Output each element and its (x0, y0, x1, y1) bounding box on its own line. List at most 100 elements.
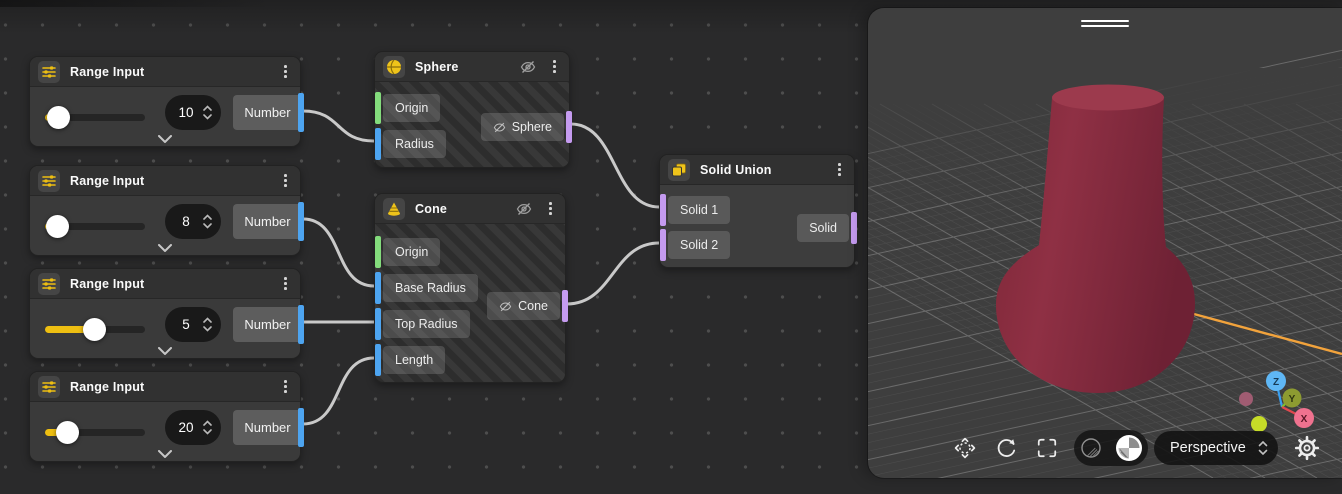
node-title: Range Input (70, 65, 271, 79)
gizmo-y-ball[interactable]: Y (1283, 389, 1302, 408)
node-title: Range Input (70, 380, 271, 394)
stepper-up-icon (203, 317, 212, 323)
wire-range2-to-cone-base-radius (303, 219, 374, 286)
reset-view-button[interactable] (989, 431, 1023, 465)
stepper-down-icon (203, 429, 212, 435)
3d-viewport-panel[interactable]: Z Y X (868, 8, 1342, 478)
rotate-icon (994, 436, 1018, 460)
node-menu-button[interactable] (281, 273, 290, 294)
collapse-chevron-icon[interactable] (157, 450, 173, 458)
input-port-origin[interactable]: Origin (375, 236, 442, 268)
output-port-solid[interactable]: Solid (795, 212, 857, 244)
range-slider[interactable] (45, 104, 145, 130)
range-slider[interactable] (45, 213, 145, 239)
node-menu-button[interactable] (550, 56, 559, 77)
gizmo-x-ball[interactable]: X (1294, 408, 1314, 428)
node-menu-button[interactable] (835, 159, 844, 180)
value-stepper[interactable] (203, 214, 221, 229)
value-input[interactable]: 5 (165, 307, 221, 342)
input-port-base-radius[interactable]: Base Radius (375, 272, 480, 304)
camera-mode-select[interactable]: Perspective (1154, 431, 1278, 465)
collapse-chevron-icon[interactable] (157, 347, 173, 355)
output-port-sphere[interactable]: Sphere (479, 111, 572, 143)
viewport-settings-button[interactable] (1290, 431, 1324, 465)
range-slider[interactable] (45, 419, 145, 445)
select-chevrons-icon (1258, 439, 1268, 457)
node-menu-button[interactable] (546, 198, 555, 219)
number-port-connector[interactable] (298, 408, 304, 447)
value-input[interactable]: 8 (165, 204, 221, 239)
svg-text:Y: Y (1289, 394, 1296, 405)
visibility-off-icon[interactable] (516, 202, 532, 216)
top-radius-port-connector[interactable] (375, 308, 381, 340)
frame-brackets-icon (1036, 437, 1058, 459)
node-range-input-3[interactable]: Range Input 5 Number (29, 268, 301, 359)
value-input[interactable]: 20 (165, 410, 221, 445)
solid2-port-connector[interactable] (660, 229, 666, 261)
base-radius-port-connector[interactable] (375, 272, 381, 304)
viewport-3d-scene[interactable]: Z Y X (868, 8, 1342, 478)
node-menu-button[interactable] (281, 376, 290, 397)
collapse-chevron-icon[interactable] (157, 244, 173, 252)
stepper-down-icon (203, 223, 212, 229)
node-range-input-1[interactable]: Range Input 10 Number (29, 56, 301, 147)
sphere-port-connector[interactable] (566, 111, 572, 143)
input-port-length[interactable]: Length (375, 344, 447, 376)
value-stepper[interactable] (203, 105, 221, 120)
node-title: Range Input (70, 277, 271, 291)
wireframe-ball-icon[interactable] (1078, 435, 1104, 461)
object-top-face (1052, 85, 1164, 111)
gear-icon (1294, 435, 1320, 461)
wire-range1-to-sphere-radius (303, 111, 374, 141)
stepper-down-icon (203, 326, 212, 332)
output-number-port[interactable]: Number (233, 95, 302, 130)
output-port-cone[interactable]: Cone (485, 290, 568, 322)
range-input-icon (38, 273, 60, 295)
input-port-solid2[interactable]: Solid 2 (660, 229, 732, 261)
node-range-input-2[interactable]: Range Input 8 Number (29, 165, 301, 256)
node-range-input-4[interactable]: Range Input 20 Number (29, 371, 301, 462)
radius-port-connector[interactable] (375, 128, 381, 160)
input-port-radius[interactable]: Radius (375, 128, 448, 160)
viewport-toolbar: Perspective (868, 430, 1342, 466)
shaded-ball-icon[interactable] (1114, 433, 1144, 463)
node-menu-button[interactable] (281, 61, 290, 82)
node-cone[interactable]: Cone Origin Base Radius Top Radius Lengt… (374, 193, 566, 383)
node-sphere[interactable]: Sphere Origin Radius Sphere (374, 51, 570, 168)
gizmo-neg-x-ball[interactable] (1239, 392, 1253, 406)
solid-port-connector[interactable] (851, 212, 857, 244)
orbit-tool-button[interactable] (948, 431, 982, 465)
output-number-port[interactable]: Number (233, 204, 302, 239)
value-stepper[interactable] (203, 420, 221, 435)
shading-mode-toggle[interactable] (1074, 430, 1148, 466)
value-input[interactable]: 10 (165, 95, 221, 130)
camera-mode-value: Perspective (1170, 440, 1258, 456)
node-title: Range Input (70, 174, 271, 188)
input-port-origin[interactable]: Origin (375, 92, 442, 124)
number-port-connector[interactable] (298, 202, 304, 241)
stepper-down-icon (203, 114, 212, 120)
output-number-port[interactable]: Number (233, 410, 302, 445)
length-port-connector[interactable] (375, 344, 381, 376)
gizmo-z-ball[interactable]: Z (1266, 371, 1286, 391)
solid1-port-connector[interactable] (660, 194, 666, 226)
input-port-solid1[interactable]: Solid 1 (660, 194, 732, 226)
number-port-connector[interactable] (298, 305, 304, 344)
stepper-up-icon (203, 105, 212, 111)
visibility-off-icon[interactable] (520, 60, 536, 74)
viewport-resize-handle[interactable] (1075, 17, 1135, 30)
output-number-port[interactable]: Number (233, 307, 302, 342)
value-stepper[interactable] (203, 317, 221, 332)
origin-port-connector[interactable] (375, 92, 381, 124)
range-slider[interactable] (45, 316, 145, 342)
node-solid-union[interactable]: Solid Union Solid 1 Solid 2 Solid (659, 154, 855, 268)
cone-port-connector[interactable] (562, 290, 568, 322)
number-port-connector[interactable] (298, 93, 304, 132)
input-port-top-radius[interactable]: Top Radius (375, 308, 472, 340)
fit-view-button[interactable] (1030, 431, 1064, 465)
origin-port-connector[interactable] (375, 236, 381, 268)
collapse-chevron-icon[interactable] (157, 135, 173, 143)
node-title: Solid Union (700, 163, 825, 177)
range-input-icon (38, 61, 60, 83)
node-menu-button[interactable] (281, 170, 290, 191)
